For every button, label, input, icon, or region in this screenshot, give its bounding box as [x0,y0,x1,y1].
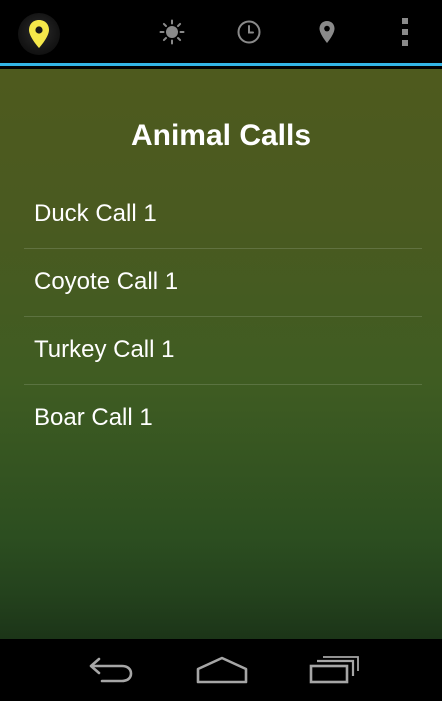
action-bar-divider [0,63,442,66]
recent-apps-button[interactable] [299,647,369,693]
recent-apps-icon [309,656,359,684]
history-button[interactable] [227,10,271,54]
list-item-label: Boar Call 1 [34,404,153,431]
list-item-boar-call[interactable]: Boar Call 1 [24,385,422,452]
screen: Animal Calls Duck Call 1 Coyote Call 1 T… [0,0,442,701]
home-button[interactable] [187,647,257,693]
page-title: Animal Calls [130,119,312,152]
location-pin-icon [319,21,335,43]
home-icon [196,656,248,684]
action-bar [0,0,442,66]
list-item-label: Duck Call 1 [34,200,157,227]
list-item-label: Turkey Call 1 [34,336,175,363]
calls-list: Duck Call 1 Coyote Call 1 Turkey Call 1 … [24,181,422,452]
main-content: Animal Calls Duck Call 1 Coyote Call 1 T… [0,69,442,639]
overflow-menu-icon [402,18,408,46]
back-icon [89,657,133,683]
map-pin-app-icon [29,20,49,48]
list-item-label: Coyote Call 1 [34,268,179,295]
list-item-turkey-call[interactable]: Turkey Call 1 [24,317,422,385]
list-item-duck-call[interactable]: Duck Call 1 [24,181,422,249]
list-item-coyote-call[interactable]: Coyote Call 1 [24,249,422,317]
overflow-menu-button[interactable] [383,10,427,54]
brightness-icon [159,19,185,45]
back-button[interactable] [76,647,146,693]
clock-icon [237,20,261,44]
navigation-bar [0,639,442,701]
location-button[interactable] [305,10,349,54]
brightness-button[interactable] [150,10,194,54]
app-icon-button[interactable] [18,13,60,55]
